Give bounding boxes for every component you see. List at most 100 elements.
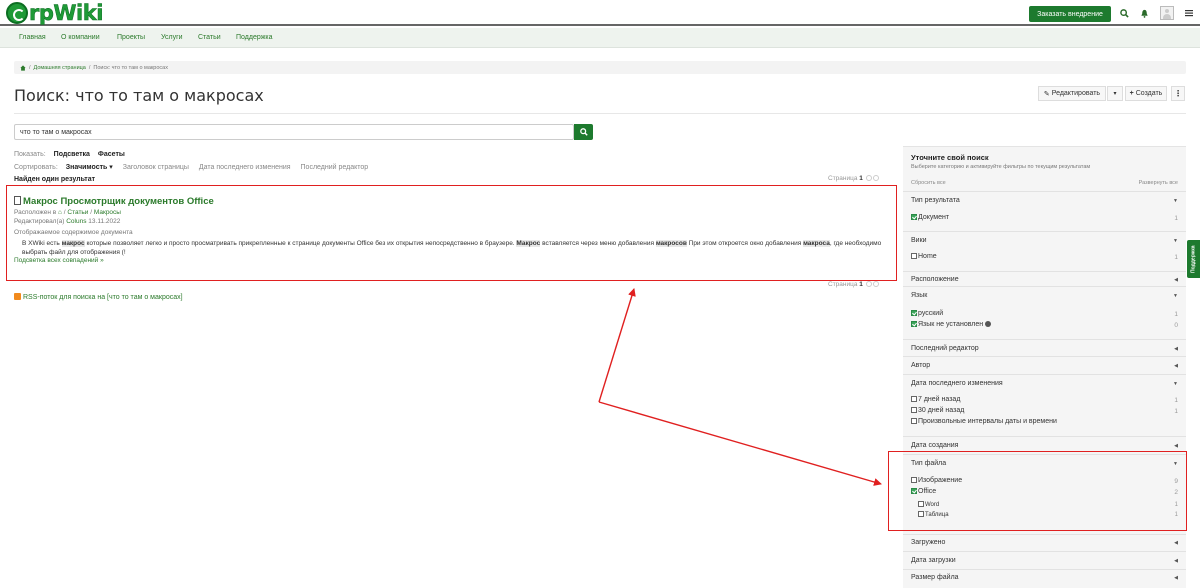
nav-item-support[interactable]: Поддержка — [236, 34, 273, 41]
search-input[interactable] — [14, 124, 574, 140]
facet-title[interactable]: Вики — [911, 237, 927, 244]
home-icon[interactable] — [20, 64, 26, 71]
filter-item[interactable]: Язык не установлен — [911, 321, 992, 328]
breadcrumb-separator: / — [88, 64, 91, 71]
menu-icon[interactable] — [1184, 8, 1194, 18]
location-articles-link[interactable]: Статьи — [67, 209, 88, 216]
rss-icon — [14, 293, 21, 300]
chevron-left-icon[interactable]: ◀ — [1174, 575, 1178, 581]
editor-link[interactable]: Coluns — [66, 218, 86, 225]
chevron-left-icon[interactable]: ◀ — [1174, 540, 1178, 546]
filter-item[interactable]: 30 дней назад — [911, 407, 964, 414]
checkbox-icon[interactable] — [911, 418, 917, 424]
create-button[interactable]: + Создать — [1125, 86, 1167, 101]
facet-title[interactable]: Тип результата — [911, 197, 960, 204]
checkbox-checked-icon[interactable] — [911, 214, 917, 220]
filter-item[interactable]: 7 дней назад — [911, 396, 960, 403]
facet-wiki: Вики ▼ Home 1 — [903, 231, 1186, 271]
sort-title[interactable]: Заголовок страницы — [123, 164, 189, 171]
search-result: Макрос Просмотрщик документов Office Рас… — [6, 185, 897, 281]
create-button-label: Создать — [1135, 90, 1163, 97]
rss-link[interactable]: RSS-поток для поиска на [что то там о ма… — [14, 293, 183, 301]
location-macros-link[interactable]: Макросы — [94, 209, 121, 216]
edited-date: 13.11.2022 — [88, 218, 121, 225]
results-count: Найден один результат — [14, 176, 96, 183]
chevron-down-icon[interactable]: ▼ — [1173, 198, 1178, 204]
prev-page-icon[interactable] — [865, 281, 872, 288]
filter-label: Документ — [918, 214, 950, 221]
nav-item-services[interactable]: Услуги — [161, 34, 183, 41]
edit-button[interactable]: ✎ Редактировать — [1038, 86, 1106, 101]
reset-all-link[interactable]: Сбросить все — [911, 180, 946, 186]
search-button[interactable] — [574, 124, 593, 140]
facet-upload-date: Дата загрузки ◀ — [903, 551, 1186, 569]
sort-last-editor[interactable]: Последний редактор — [301, 164, 369, 171]
checkbox-icon[interactable] — [911, 396, 917, 402]
facet-title[interactable]: Дата создания — [911, 442, 958, 449]
sort-last-modified[interactable]: Дата последнего изменения — [199, 164, 291, 171]
bell-icon[interactable] — [1139, 8, 1149, 18]
order-implementation-button[interactable]: Заказать внедрение — [1029, 6, 1111, 22]
more-actions-icon[interactable]: ⋮ — [1171, 86, 1185, 101]
filter-item[interactable]: Home — [911, 253, 937, 260]
edit-menu-chevron-down-icon[interactable]: ▾ — [1107, 86, 1123, 101]
next-page-icon[interactable] — [872, 281, 879, 288]
annotation-highlight-box — [888, 451, 1187, 531]
facet-title[interactable]: Загружено — [911, 539, 945, 546]
nav-item-home[interactable]: Главная — [19, 34, 46, 41]
nav-item-about[interactable]: О компании — [61, 34, 100, 41]
info-icon[interactable] — [985, 321, 992, 327]
facet-title[interactable]: Размер файла — [911, 574, 959, 581]
chevron-left-icon[interactable]: ◀ — [1174, 558, 1178, 564]
expand-all-link[interactable]: Развернуть все — [1139, 180, 1178, 186]
filter-count: 1 — [1174, 254, 1178, 261]
sort-relevance[interactable]: Значимость ▾ — [66, 164, 113, 171]
chevron-down-icon[interactable]: ▼ — [1173, 238, 1178, 244]
support-tab[interactable]: Поддержка — [1187, 240, 1200, 278]
facet-title[interactable]: Автор — [911, 362, 930, 369]
chevron-left-icon[interactable]: ◀ — [1174, 363, 1178, 369]
chevron-down-icon[interactable]: ▼ — [1173, 381, 1178, 387]
chevron-down-icon[interactable]: ▼ — [1173, 293, 1178, 299]
page-number: 1 — [859, 281, 863, 288]
content-label: Отображаемое содержимое документа — [14, 229, 133, 236]
next-page-icon[interactable] — [872, 175, 879, 182]
filter-item[interactable]: русский — [911, 310, 943, 317]
facet-title[interactable]: Язык — [911, 292, 927, 299]
result-title-link[interactable]: Макрос Просмотрщик документов Office — [14, 196, 214, 207]
filter-label: 30 дней назад — [918, 407, 965, 414]
logo[interactable]: rpWiki — [6, 1, 104, 26]
checkbox-checked-icon[interactable] — [911, 310, 917, 316]
snippet-highlight: макроса — [803, 240, 830, 247]
document-icon — [14, 196, 21, 205]
breadcrumb-item-home[interactable]: Домашняя страница — [34, 65, 86, 71]
filter-item[interactable]: Произвольные интервалы даты и времени — [911, 418, 1057, 425]
home-icon[interactable]: ⌂ — [58, 209, 62, 216]
chevron-left-icon[interactable]: ◀ — [1174, 277, 1178, 283]
facet-title[interactable]: Дата последнего изменения — [911, 380, 1003, 387]
highlight-all-link[interactable]: Подсветка всех совпадений » — [14, 257, 104, 264]
filter-item[interactable]: Документ — [911, 214, 949, 221]
chevron-left-icon[interactable]: ◀ — [1174, 443, 1178, 449]
avatar[interactable] — [1160, 6, 1174, 20]
chevron-left-icon[interactable]: ◀ — [1174, 346, 1178, 352]
facet-title[interactable]: Расположение — [911, 276, 959, 283]
show-facets-toggle[interactable]: Фасеты — [98, 151, 125, 158]
nav-item-articles[interactable]: Статьи — [198, 34, 221, 41]
annotation-arrow — [598, 401, 882, 486]
filter-label: русский — [918, 310, 944, 317]
snippet-highlight: макрос — [61, 240, 85, 247]
result-location: Расположен в ⌂ / Статьи / Макросы — [14, 209, 121, 216]
rss-text: RSS-поток для поиска на [что то там о ма… — [23, 294, 183, 301]
checkbox-icon[interactable] — [911, 253, 917, 259]
prev-page-icon[interactable] — [865, 175, 872, 182]
facet-title[interactable]: Дата загрузки — [911, 557, 956, 564]
search-icon[interactable] — [1119, 8, 1129, 18]
checkbox-icon[interactable] — [911, 407, 917, 413]
facet-title[interactable]: Последний редактор — [911, 345, 979, 352]
logo-text: rpWiki — [29, 1, 104, 26]
nav-item-projects[interactable]: Проекты — [117, 34, 145, 41]
checkbox-checked-icon[interactable] — [911, 321, 917, 327]
show-highlight-toggle[interactable]: Подсветка — [54, 151, 90, 158]
facet-result-type: Тип результата ▼ Документ 1 — [903, 191, 1186, 231]
